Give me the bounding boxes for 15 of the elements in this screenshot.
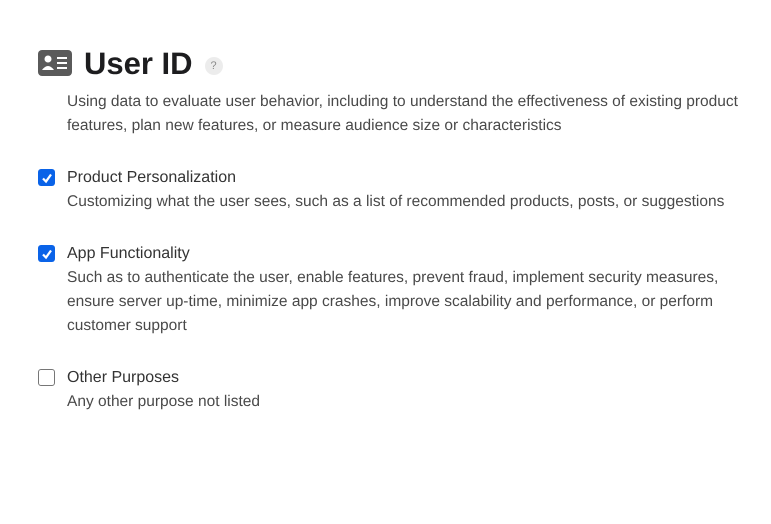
purpose-label: App Functionality — [67, 244, 191, 264]
purpose-description: Using data to evaluate user behavior, including to understand the effectiveness of existing product features, plan new features, or measure audience size or characteristics — [67, 92, 738, 136]
checkbox[interactable] — [38, 369, 55, 386]
contact-card-icon — [38, 50, 72, 76]
purpose-label: Other Purposes — [67, 368, 180, 388]
help-button[interactable]: ? — [204, 57, 223, 75]
section-title: User ID — [84, 48, 193, 78]
checkmark-icon — [40, 172, 52, 184]
checkbox[interactable] — [38, 169, 55, 186]
purpose-description: Any other purpose not listed — [67, 392, 260, 412]
purpose-description: Such as to authenticate the user, enable features, prevent fraud, implement security measures, ensure server up-time, minimize app crashes, improve scalability and performance, or perform customer support — [67, 268, 720, 336]
checkmark-icon — [40, 248, 52, 260]
purpose-description: Customizing what the user sees, such as a list of recommended products, posts, or suggestions — [67, 192, 724, 212]
purpose-label: Product Personalization — [67, 168, 237, 188]
checkbox[interactable] — [38, 245, 55, 262]
